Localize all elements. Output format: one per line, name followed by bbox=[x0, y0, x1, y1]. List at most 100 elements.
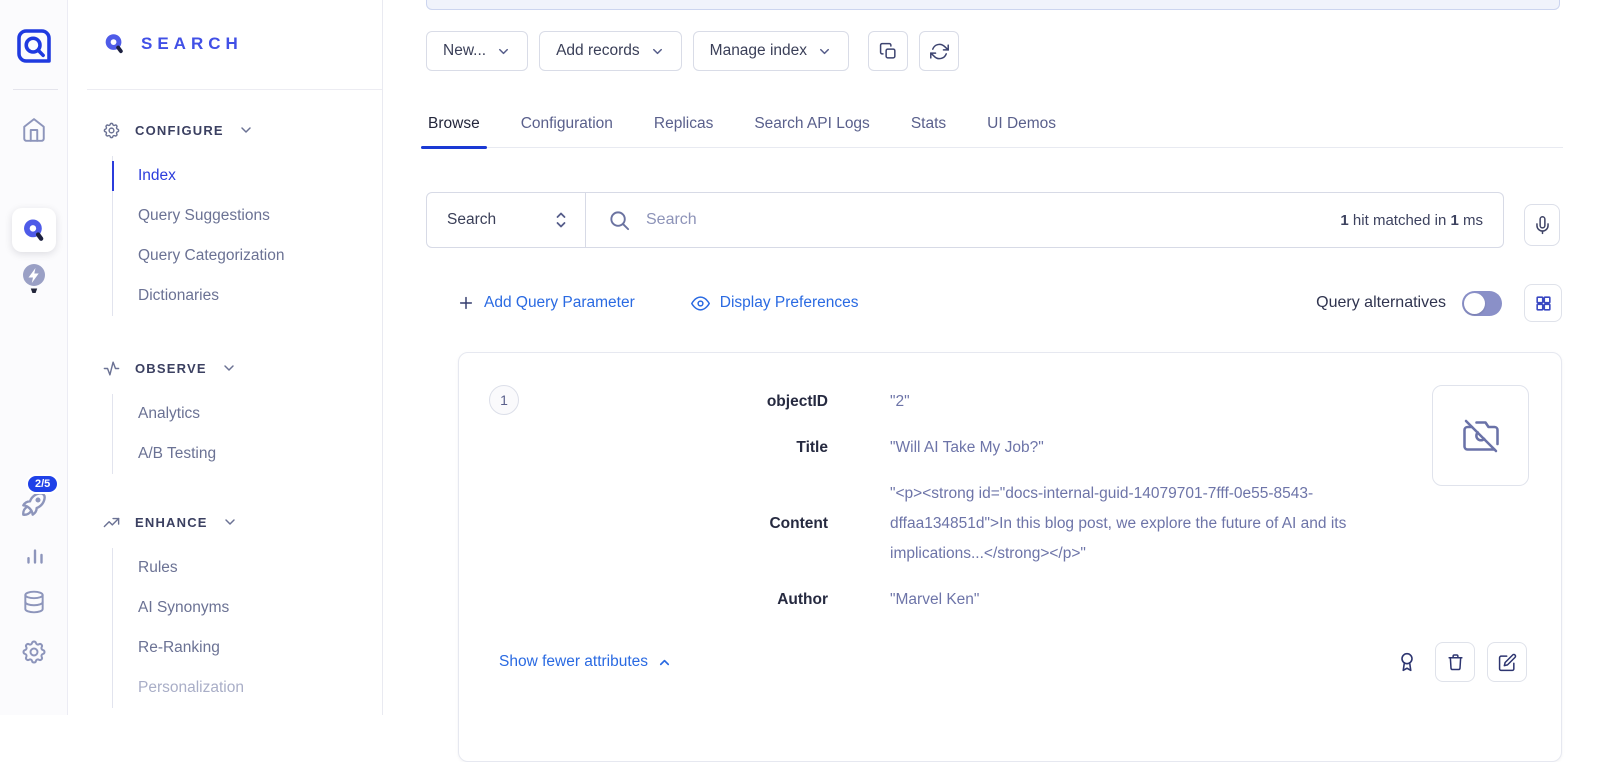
attribute-value: "Will AI Take My Job?" bbox=[890, 433, 1392, 463]
sidebar-nav: CONFIGURE Index Query Suggestions Query … bbox=[102, 112, 374, 708]
tab-stats[interactable]: Stats bbox=[909, 100, 948, 147]
microphone-icon bbox=[1533, 216, 1552, 235]
display-preferences-label: Display Preferences bbox=[720, 294, 859, 312]
sidebar-item-analytics[interactable]: Analytics bbox=[138, 394, 374, 434]
chevron-down-icon bbox=[221, 360, 237, 376]
database-icon[interactable] bbox=[21, 588, 47, 616]
time-value: 1 bbox=[1450, 212, 1458, 229]
index-selector-edge[interactable] bbox=[426, 0, 1560, 10]
hit-card: 1 objectID "2" Title "Will AI Take My Jo… bbox=[458, 352, 1562, 762]
copy-button[interactable] bbox=[868, 31, 908, 71]
manage-index-button[interactable]: Manage index bbox=[693, 31, 849, 71]
show-fewer-label: Show fewer attributes bbox=[499, 653, 648, 671]
add-query-parameter-label: Add Query Parameter bbox=[484, 294, 635, 312]
tab-ui-demos[interactable]: UI Demos bbox=[985, 100, 1058, 147]
search-scope-value: Search bbox=[447, 211, 496, 229]
add-query-parameter-link[interactable]: Add Query Parameter bbox=[458, 294, 635, 312]
show-fewer-attributes-link[interactable]: Show fewer attributes bbox=[499, 653, 672, 671]
attribute-name: Title bbox=[459, 439, 828, 457]
trash-icon bbox=[1446, 653, 1465, 672]
trending-up-icon bbox=[102, 513, 121, 532]
attribute-value: "Marvel Ken" bbox=[890, 585, 1392, 615]
display-preferences-link[interactable]: Display Preferences bbox=[691, 294, 859, 313]
sidebar-item-query-suggestions[interactable]: Query Suggestions bbox=[138, 196, 374, 236]
sidebar-item-ab-testing[interactable]: A/B Testing bbox=[138, 434, 374, 474]
attribute-name: objectID bbox=[459, 393, 828, 411]
lightbulb-icon[interactable] bbox=[19, 262, 49, 296]
chevron-down-icon bbox=[496, 44, 511, 59]
refresh-button[interactable] bbox=[919, 31, 959, 71]
tab-search-api-logs[interactable]: Search API Logs bbox=[752, 100, 871, 147]
index-toolbar: New... Add records Manage index bbox=[426, 31, 959, 71]
time-unit: ms bbox=[1459, 212, 1483, 229]
section-header-enhance[interactable]: ENHANCE bbox=[102, 504, 374, 540]
algolia-logo[interactable] bbox=[14, 26, 54, 66]
tab-browse[interactable]: Browse bbox=[426, 100, 482, 147]
attribute-value: "<p><strong id="docs-internal-guid-14079… bbox=[890, 479, 1392, 569]
sidebar-item-rules[interactable]: Rules bbox=[138, 548, 374, 588]
search-product-icon bbox=[103, 32, 126, 55]
attribute-value: "2" bbox=[890, 387, 1392, 417]
sidebar-item-index[interactable]: Index bbox=[138, 156, 374, 196]
search-bar: Search 1 hit matched in 1 ms bbox=[426, 192, 1504, 248]
layout-grid-button[interactable] bbox=[1524, 284, 1562, 322]
eye-icon bbox=[691, 294, 710, 313]
gear-icon[interactable] bbox=[20, 638, 48, 666]
tab-configuration[interactable]: Configuration bbox=[519, 100, 615, 147]
section-items-configure: Index Query Suggestions Query Categoriza… bbox=[112, 156, 374, 316]
plus-icon bbox=[458, 295, 474, 311]
home-icon[interactable] bbox=[21, 117, 47, 143]
sidebar-item-personalization[interactable]: Personalization bbox=[138, 668, 374, 708]
main-content: New... Add records Manage index bbox=[384, 0, 1600, 715]
search-icon bbox=[608, 209, 631, 232]
usage-badge: 2/5 bbox=[26, 474, 59, 494]
camera-off-icon bbox=[1463, 418, 1499, 454]
chevron-down-icon bbox=[222, 514, 238, 530]
delete-record-button[interactable] bbox=[1435, 642, 1475, 682]
award-icon bbox=[1397, 652, 1417, 672]
tab-replicas[interactable]: Replicas bbox=[652, 100, 715, 147]
search-input[interactable] bbox=[646, 211, 1325, 229]
sidebar-header: SEARCH bbox=[103, 32, 243, 55]
hits-text: hit matched in bbox=[1349, 212, 1451, 229]
sidebar: SEARCH CONFIGURE Index Query Suggestions… bbox=[69, 0, 383, 715]
sidebar-item-re-ranking[interactable]: Re-Ranking bbox=[138, 628, 374, 668]
sidebar-item-dictionaries[interactable]: Dictionaries bbox=[138, 276, 374, 316]
attribute-name: Content bbox=[459, 515, 828, 533]
edit-record-button[interactable] bbox=[1487, 642, 1527, 682]
app-rail: 2/5 bbox=[0, 0, 68, 715]
hit-attributes: objectID "2" Title "Will AI Take My Job?… bbox=[459, 387, 1392, 615]
sidebar-item-ai-synonyms[interactable]: AI Synonyms bbox=[138, 588, 374, 628]
section-header-observe[interactable]: OBSERVE bbox=[102, 350, 374, 386]
product-title: SEARCH bbox=[141, 34, 243, 54]
section-label: ENHANCE bbox=[135, 515, 208, 530]
chevron-up-down-icon bbox=[553, 209, 569, 231]
refresh-icon bbox=[930, 42, 949, 61]
search-stats: 1 hit matched in 1 ms bbox=[1340, 212, 1483, 229]
bar-chart-icon[interactable] bbox=[22, 543, 48, 569]
image-placeholder bbox=[1432, 385, 1529, 486]
toggle-knob bbox=[1464, 293, 1485, 314]
add-records-button[interactable]: Add records bbox=[539, 31, 682, 71]
search-scope-select[interactable]: Search bbox=[426, 192, 586, 248]
rail-item-search-active[interactable] bbox=[12, 208, 56, 252]
hits-count: 1 bbox=[1340, 212, 1348, 229]
chevron-up-icon bbox=[657, 655, 672, 670]
search-input-box: 1 hit matched in 1 ms bbox=[586, 192, 1504, 248]
search-product-icon bbox=[21, 217, 47, 243]
gear-icon bbox=[102, 121, 121, 140]
voice-search-button[interactable] bbox=[1524, 204, 1560, 246]
attribute-name: Author bbox=[459, 591, 828, 609]
chevron-down-icon bbox=[238, 122, 254, 138]
grid-icon bbox=[1534, 294, 1553, 313]
query-alternatives-label: Query alternatives bbox=[1316, 294, 1446, 312]
ranking-info-button[interactable] bbox=[1397, 652, 1417, 672]
new-button[interactable]: New... bbox=[426, 31, 528, 71]
query-alternatives-toggle[interactable] bbox=[1462, 291, 1502, 316]
index-tabs: Browse Configuration Replicas Search API… bbox=[426, 100, 1563, 148]
sidebar-item-query-categorization[interactable]: Query Categorization bbox=[138, 236, 374, 276]
hit-footer: Show fewer attributes bbox=[499, 642, 1527, 682]
section-header-configure[interactable]: CONFIGURE bbox=[102, 112, 374, 148]
chevron-down-icon bbox=[650, 44, 665, 59]
new-button-label: New... bbox=[443, 42, 486, 60]
